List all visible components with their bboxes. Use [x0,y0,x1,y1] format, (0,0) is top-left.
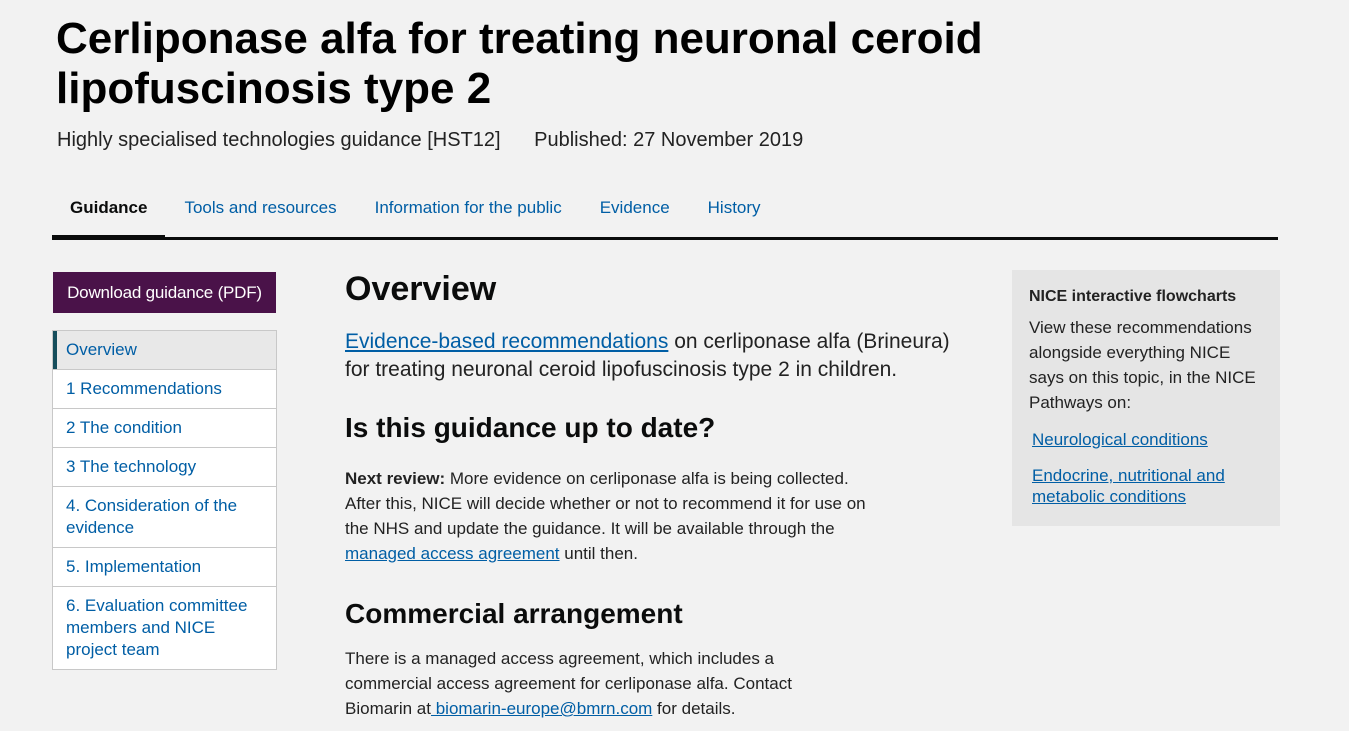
tab-guidance[interactable]: Guidance [52,192,166,240]
uptodate-heading: Is this guidance up to date? [345,412,716,443]
chapter-nav-the-condition[interactable]: 2 The condition [53,408,276,447]
tab-history[interactable]: History [689,192,780,237]
tab-evidence[interactable]: Evidence [581,192,689,237]
review-label: Next review: [345,469,446,488]
pathways-title: NICE interactive flowcharts [1029,288,1237,305]
chapter-nav-the-technology[interactable]: 3 The technology [53,447,276,486]
endocrine-conditions-link[interactable]: Endocrine, nutritional and metabolic con… [1032,465,1263,507]
chapter-nav-overview[interactable]: Overview [53,331,276,369]
chapter-nav-committee-members[interactable]: 6. Evaluation committee members and NICE… [53,586,276,669]
guidance-tabs: Guidance Tools and resources Information… [52,192,1278,240]
overview-lead: Evidence-based recommendations on cerlip… [345,328,960,384]
chapter-nav-consideration-of-evidence[interactable]: 4. Consideration of the evidence [53,486,276,547]
main-content: Overview Evidence-based recommendations … [345,268,965,721]
pathways-panel: NICE interactive flowcharts View these r… [1012,270,1280,526]
commercial-tail: for details. [652,699,736,718]
tab-information-for-the-public[interactable]: Information for the public [356,192,581,237]
biomarin-email-link[interactable]: biomarin-europe@bmrn.com [431,699,653,718]
download-guidance-button[interactable]: Download guidance (PDF) [53,272,276,313]
review-tail: until then. [559,544,638,563]
commercial-heading: Commercial arrangement [345,598,683,629]
chapter-nav-recommendations[interactable]: 1 Recommendations [53,369,276,408]
chapter-nav-implementation[interactable]: 5. Implementation [53,547,276,586]
pathways-text: View these recommendations alongside eve… [1029,318,1256,412]
page-title: Cerliponase alfa for treating neuronal c… [56,14,983,113]
page-meta: Highly specialised technologies guidance… [57,127,803,153]
neurological-conditions-link[interactable]: Neurological conditions [1032,429,1263,450]
guidance-type: Highly specialised technologies guidance… [57,129,501,151]
commercial-paragraph: There is a managed access agreement, whi… [345,646,855,721]
evidence-based-recommendations-link[interactable]: Evidence-based recommendations [345,330,668,353]
chapter-nav: Overview 1 Recommendations 2 The conditi… [52,330,277,670]
overview-heading: Overview [345,270,497,308]
published-date: Published: 27 November 2019 [534,129,804,151]
review-paragraph: Next review: More evidence on cerliponas… [345,466,880,566]
page-header: Cerliponase alfa for treating neuronal c… [0,0,1349,176]
tab-tools-and-resources[interactable]: Tools and resources [165,192,355,237]
managed-access-agreement-link[interactable]: managed access agreement [345,544,560,563]
